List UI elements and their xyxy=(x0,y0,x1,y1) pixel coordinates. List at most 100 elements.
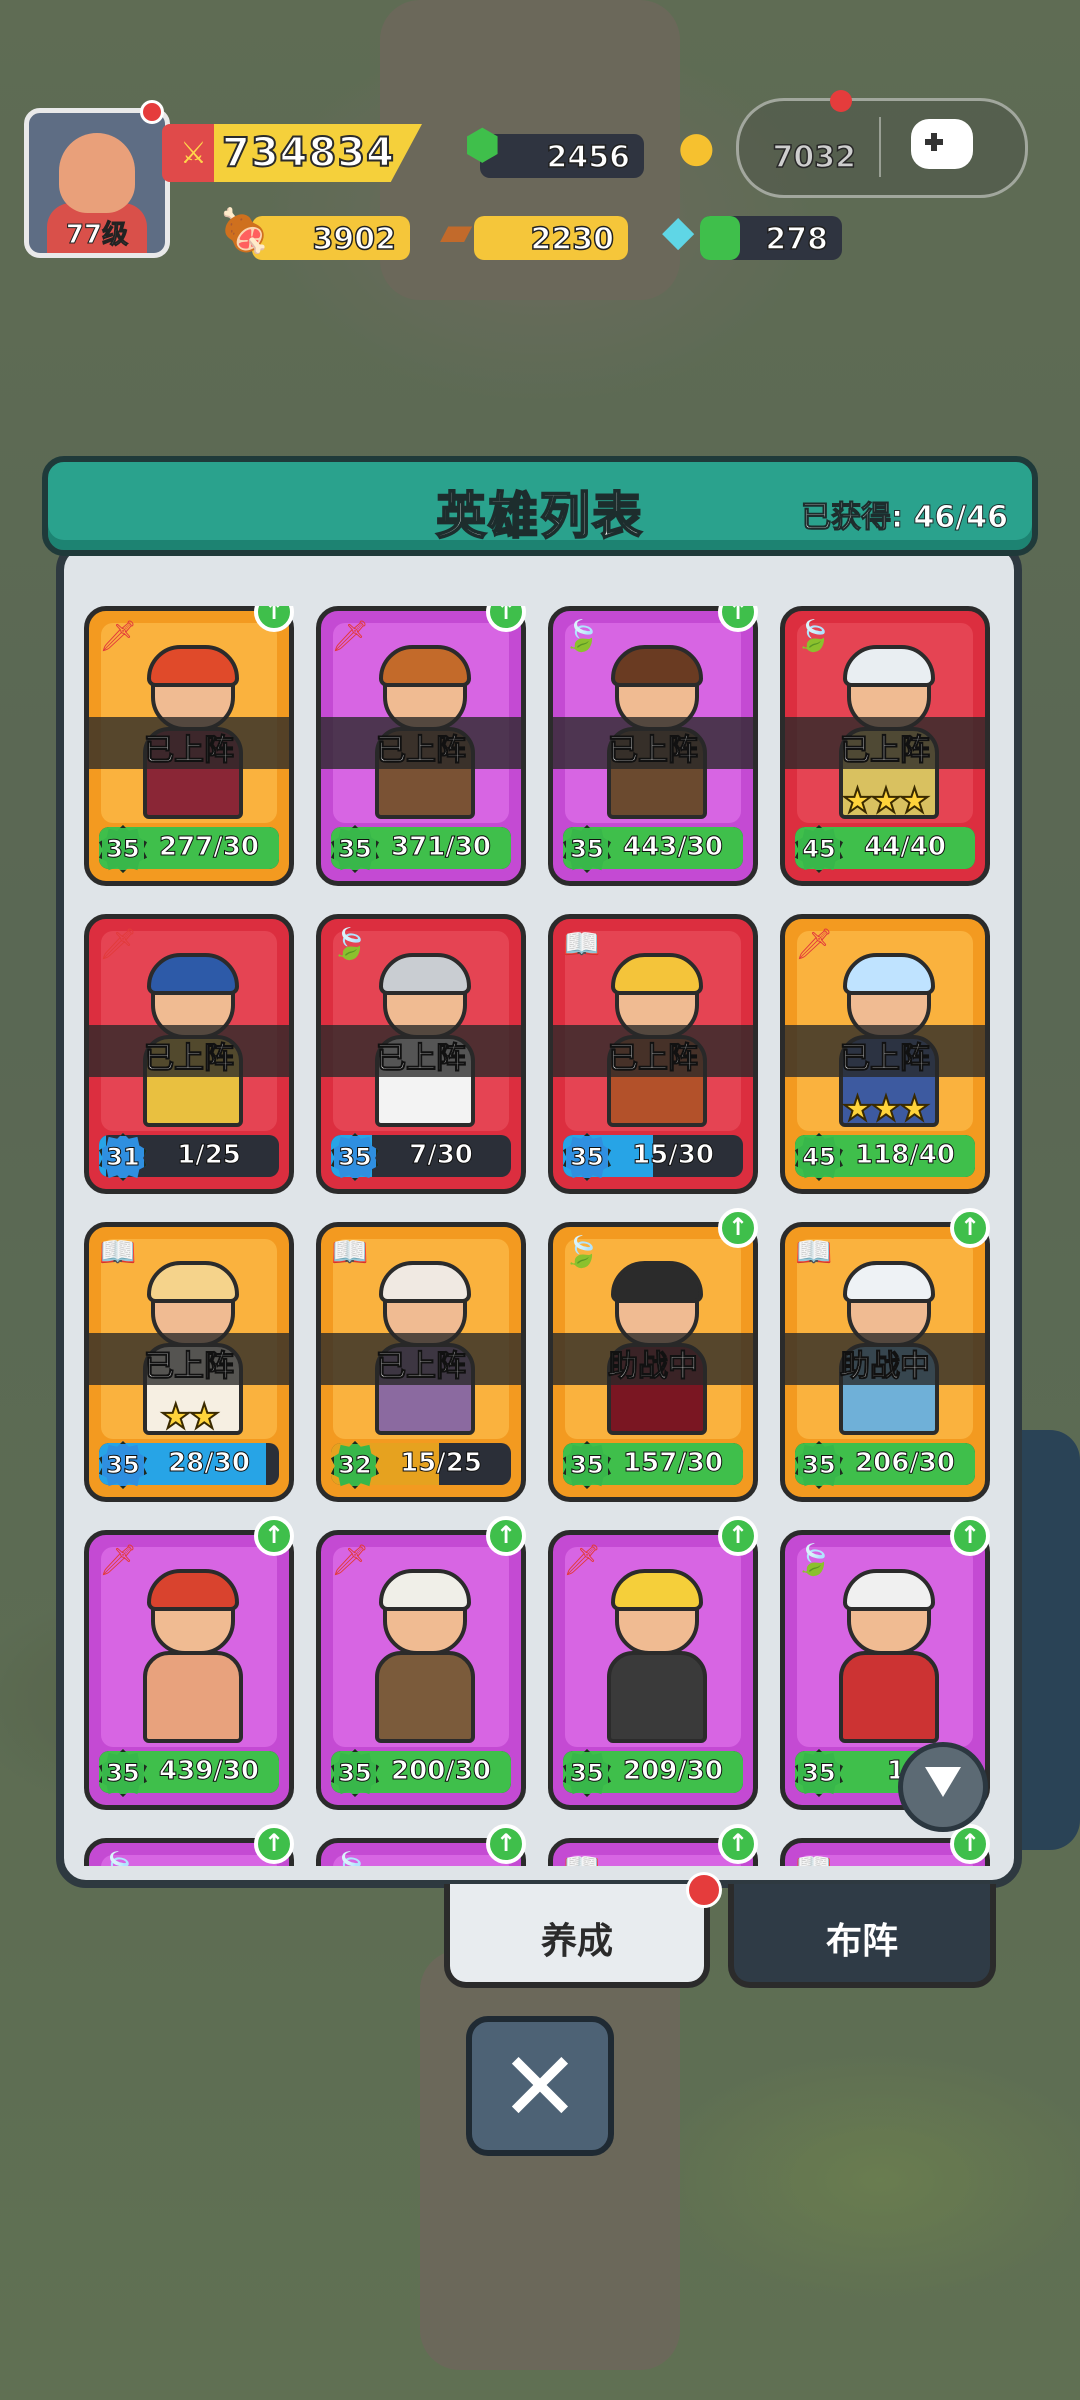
hero-card[interactable]: 🗡 已上阵 277/30 35 xyxy=(84,606,294,886)
book-class-icon: 📖 xyxy=(331,1235,369,1270)
gems-value: 2456 xyxy=(546,139,631,176)
hero-body xyxy=(375,1651,475,1743)
hero-status-band: 已上阵 xyxy=(785,1025,985,1077)
hud-divider xyxy=(879,117,881,177)
filter-button[interactable] xyxy=(898,1742,988,1832)
hero-body xyxy=(143,1651,243,1743)
hero-status-band: 已上阵 xyxy=(89,1025,289,1077)
hero-card[interactable]: 🍃 已上阵 443/30 35 xyxy=(548,606,758,886)
hero-level-badge: 35 xyxy=(99,825,147,873)
leaf-class-icon: 🍃 xyxy=(99,1851,136,1866)
hero-shard-count: 439/30 xyxy=(159,1756,260,1787)
hero-card[interactable]: 🍃 助战中 157/30 35 xyxy=(548,1222,758,1502)
dagger-class-icon: 🗡 xyxy=(99,1543,138,1578)
hero-level-badge: 35 xyxy=(563,825,611,873)
hero-shard-count: 200/30 xyxy=(391,1756,492,1787)
hero-shard-count: 7/30 xyxy=(409,1140,474,1171)
tab-formation-label: 布阵 xyxy=(825,1921,898,1962)
upgrade-available-icon: ↑ xyxy=(718,1824,758,1864)
hero-status-band: 已上阵 xyxy=(553,1025,753,1077)
hero-status-label: 助战中 xyxy=(608,1349,699,1385)
gem-plus-icon[interactable]: ⬢ xyxy=(464,120,501,170)
tab-formation[interactable]: 布阵 xyxy=(728,1884,996,1988)
hero-hair xyxy=(379,953,471,995)
dagger-class-icon: 🗡 xyxy=(331,1543,370,1578)
hero-card[interactable]: 🗡 209/30 35 xyxy=(548,1530,758,1810)
hero-card[interactable]: 🍃 已上阵 ★★★ 44/40 45 xyxy=(780,606,990,886)
hero-level: 35 xyxy=(570,1143,604,1172)
game-center-button[interactable] xyxy=(736,98,1028,198)
hero-body xyxy=(839,1651,939,1743)
hero-hair xyxy=(379,1261,471,1303)
hero-hair xyxy=(379,1569,471,1611)
hero-status-label: 已上阵 xyxy=(376,733,467,769)
wood-counter: 2230 xyxy=(474,216,628,260)
close-button[interactable]: ✕ xyxy=(466,2016,614,2156)
dagger-class-icon: 🗡 xyxy=(563,1543,602,1578)
leaf-class-icon: 🍃 xyxy=(795,619,833,654)
dagger-class-icon: 🗡 xyxy=(331,619,370,654)
hero-level-badge: 35 xyxy=(563,1441,611,1489)
hero-shard-count: 277/30 xyxy=(159,832,260,863)
hero-card[interactable]: 🗡 200/30 35 xyxy=(316,1530,526,1810)
upgrade-available-icon: ↑ xyxy=(950,1208,990,1248)
player-level: 77级 xyxy=(65,220,129,251)
book-class-icon: 📖 xyxy=(99,1235,137,1270)
hero-level: 35 xyxy=(106,835,140,864)
hero-level-badge: 45 xyxy=(795,825,843,873)
hero-level: 35 xyxy=(570,1451,604,1480)
hero-status-label: 已上阵 xyxy=(144,1041,235,1077)
upgrade-available-icon: ↑ xyxy=(254,1824,294,1864)
hero-level: 35 xyxy=(802,1759,836,1788)
hero-level-badge: 35 xyxy=(331,1133,379,1181)
gamepad-icon xyxy=(911,119,973,169)
dagger-class-icon: 🗡 xyxy=(795,927,834,962)
hero-card[interactable]: 📖 已上阵 15/30 35 xyxy=(548,914,758,1194)
crystal-fill xyxy=(700,216,740,260)
hero-level-badge: 31 xyxy=(99,1133,147,1181)
hero-grid[interactable]: 🗡 已上阵 277/30 35 ↑ 🗡 已上阵 371/30 35 ↑ 🍃 已上阵 443/30 35 ↑ 🍃… xyxy=(84,606,996,1866)
hero-status-band: 已上阵 xyxy=(785,717,985,769)
leaf-class-icon: 🍃 xyxy=(795,1543,833,1578)
hero-card[interactable]: 📖 已上阵 15/25 32 xyxy=(316,1222,526,1502)
hero-level: 35 xyxy=(338,1759,372,1788)
tab-train-label: 养成 xyxy=(540,1921,613,1962)
avatar-notification-dot xyxy=(140,100,164,124)
hero-status-label: 已上阵 xyxy=(840,733,931,769)
hero-card[interactable]: 📖 助战中 206/30 35 xyxy=(780,1222,990,1502)
hero-card[interactable]: 📖 已上阵 ★★ 28/30 35 xyxy=(84,1222,294,1502)
hero-shard-count: 15/25 xyxy=(400,1448,483,1479)
hero-status-label: 已上阵 xyxy=(144,733,235,769)
leaf-class-icon: 🍃 xyxy=(563,1235,601,1270)
hero-status-label: 已上阵 xyxy=(376,1041,467,1077)
tab-train[interactable]: 养成 xyxy=(444,1884,710,1988)
crystal-value: 278 xyxy=(765,221,829,258)
meat-icon: 🍖 xyxy=(218,206,271,255)
hero-hair xyxy=(843,1569,935,1611)
hero-hair xyxy=(611,645,703,687)
hero-status-label: 已上阵 xyxy=(608,733,699,769)
hero-card[interactable]: 🗡 439/30 35 xyxy=(84,1530,294,1810)
hero-status-label: 已上阵 xyxy=(608,1041,699,1077)
book-class-icon: 📖 xyxy=(795,1851,832,1866)
hero-level-badge: 35 xyxy=(795,1441,843,1489)
filter-icon xyxy=(925,1767,961,1797)
upgrade-available-icon: ↑ xyxy=(254,1516,294,1556)
leaf-class-icon: 🍃 xyxy=(563,619,601,654)
book-class-icon: 📖 xyxy=(795,1235,833,1270)
gems-counter[interactable]: 2456 xyxy=(480,134,644,178)
hero-card[interactable]: 🗡 已上阵 1/25 31 xyxy=(84,914,294,1194)
hero-status-band: 已上阵 xyxy=(321,1025,521,1077)
hero-level: 45 xyxy=(802,1143,836,1172)
hero-status-label: 助战中 xyxy=(840,1349,931,1385)
hero-shard-count: 371/30 xyxy=(391,832,492,863)
hero-card[interactable]: 🍃 已上阵 7/30 35 xyxy=(316,914,526,1194)
hero-card[interactable]: 🗡 已上阵 371/30 35 xyxy=(316,606,526,886)
hero-level-badge: 35 xyxy=(563,1749,611,1797)
hero-shard-count: 28/30 xyxy=(168,1448,251,1479)
player-avatar[interactable]: 77级 xyxy=(24,108,170,258)
hero-card[interactable]: 🗡 已上阵 ★★★ 118/40 45 xyxy=(780,914,990,1194)
hero-hair xyxy=(611,1261,703,1303)
gamecenter-notification-dot xyxy=(830,90,852,112)
hero-level-badge: 35 xyxy=(99,1441,147,1489)
